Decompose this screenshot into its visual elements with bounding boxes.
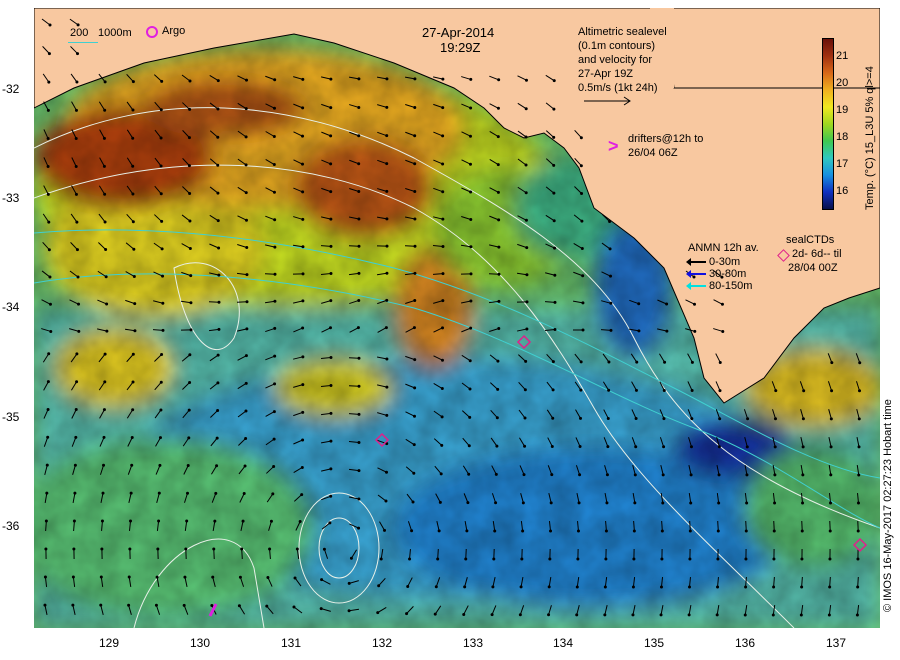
colorbar-tick-17: 17 (836, 158, 849, 170)
isobath-legend-line (68, 42, 98, 43)
sst-map (34, 8, 880, 628)
y-tick-34: -34 (2, 300, 20, 314)
colorbar-tick-21: 21 (836, 50, 849, 62)
anmn-row-label: 30-80m (709, 268, 747, 280)
anmn-title: ANMN 12h av. (688, 242, 759, 254)
anmn-row-label: 0-30m (709, 256, 741, 268)
seal-ctd-title: sealCTDs (786, 234, 835, 246)
map-area[interactable] (34, 8, 880, 628)
x-tick-132: 132 (372, 636, 393, 650)
y-tick-32: -32 (2, 82, 20, 96)
x-tick-136: 136 (735, 636, 756, 650)
altimetry-line-5: 0.5m/s (1kt 24h) (578, 82, 658, 94)
time-label: 19:29Z (440, 40, 481, 55)
anmn-row-label: 80-150m (709, 280, 753, 292)
seal-ctd-line-2: 28/04 00Z (788, 262, 838, 274)
x-tick-133: 133 (463, 636, 484, 650)
x-tick-135: 135 (644, 636, 665, 650)
y-tick-36: -36 (2, 519, 20, 533)
argo-label: Argo (162, 25, 186, 37)
x-tick-130: 130 (190, 636, 211, 650)
arrow-cyan-icon (686, 282, 706, 290)
arrow-black-icon (686, 258, 706, 266)
y-tick-33: -33 (2, 191, 20, 205)
x-tick-129: 129 (99, 636, 120, 650)
y-tick-35: -35 (2, 410, 20, 424)
isobath-1000-label: 1000m (98, 27, 132, 39)
colorbar-tick-19: 19 (836, 104, 849, 116)
arrow-blue-icon (686, 270, 706, 278)
colorbar-tick-16: 16 (836, 185, 849, 197)
altimetry-line-4: 27-Apr 19Z (578, 68, 634, 80)
scale-arrow-icon (584, 96, 631, 106)
drifters-line-1: drifters@12h to (628, 133, 704, 145)
altimetry-line-2: (0.1m contours) (578, 40, 656, 52)
anmn-row-80-150: 80-150m (686, 280, 753, 292)
drifter-chevron-icon: > (608, 136, 619, 156)
colorbar-tick-20: 20 (836, 77, 849, 89)
argo-icon (146, 26, 158, 38)
x-tick-131: 131 (281, 636, 302, 650)
anmn-row-0-30: 0-30m (686, 256, 741, 268)
isobath-200-label: 200 (70, 27, 89, 39)
x-tick-134: 134 (553, 636, 574, 650)
altimetry-line-1: Altimetric sealevel (578, 26, 667, 38)
altimetry-line-3: and velocity for (578, 54, 652, 66)
colorbar-gradient (822, 38, 834, 210)
drifters-line-2: 26/04 06Z (628, 147, 678, 159)
seal-ctd-line-1: 2d- 6d-- til (792, 248, 842, 260)
colorbar-label: Temp. (°C) 15_L3U 5% ql>=4 (864, 66, 876, 210)
date-label: 27-Apr-2014 (422, 25, 495, 40)
anmn-row-30-80: 30-80m (686, 268, 747, 280)
credit-text: © IMOS 16-May-2017 02:27:23 Hobart time (882, 399, 894, 612)
colorbar-tick-18: 18 (836, 131, 849, 143)
x-tick-137: 137 (826, 636, 847, 650)
